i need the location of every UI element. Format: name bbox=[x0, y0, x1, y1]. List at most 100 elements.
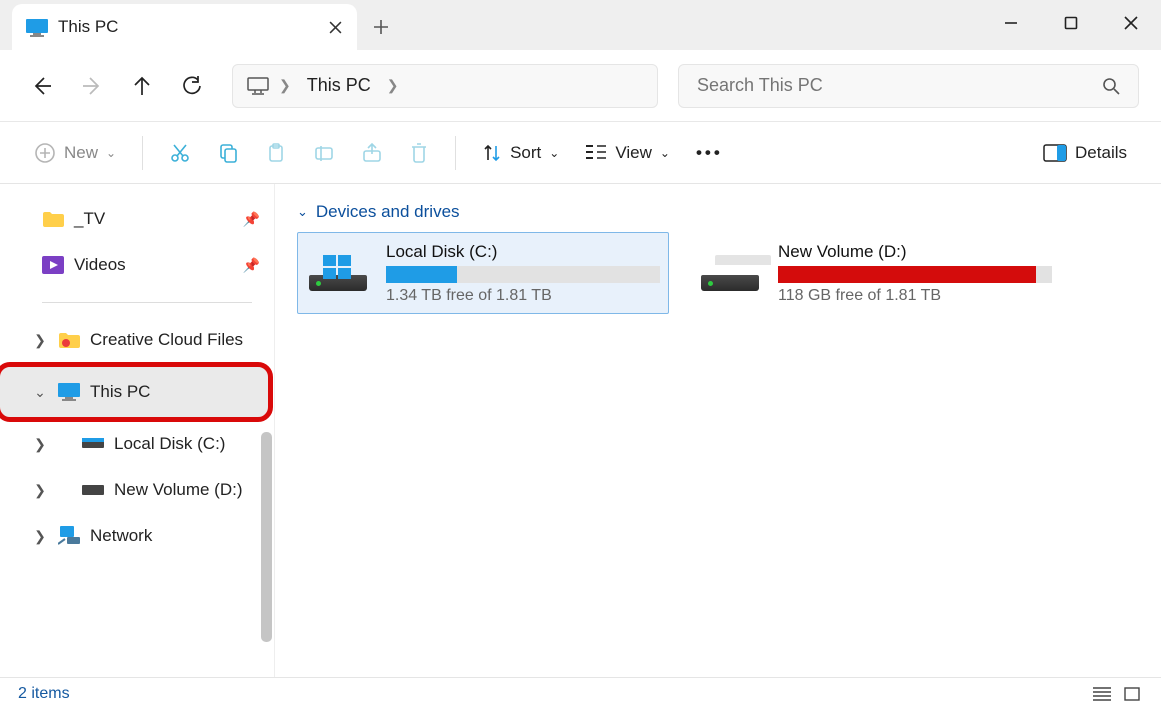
separator bbox=[455, 136, 456, 170]
sidebar-item-local-disk-c[interactable]: ❯ Local Disk (C:) bbox=[0, 421, 274, 467]
search-input[interactable] bbox=[697, 75, 1102, 96]
search-icon[interactable] bbox=[1102, 77, 1120, 95]
sort-button[interactable]: Sort ⌄ bbox=[472, 133, 569, 173]
sidebar-item-network[interactable]: ❯ Network bbox=[0, 513, 274, 559]
separator bbox=[142, 136, 143, 170]
chevron-right-icon[interactable]: ❯ bbox=[32, 482, 48, 499]
sidebar: _TV 📌 Videos 📌 ❯ Creative Cloud Files ⌄ … bbox=[0, 184, 275, 677]
back-button[interactable] bbox=[22, 66, 62, 106]
refresh-button[interactable] bbox=[172, 66, 212, 106]
view-button[interactable]: View ⌄ bbox=[575, 133, 680, 173]
chevron-down-icon: ⌄ bbox=[660, 146, 670, 160]
chevron-right-icon[interactable]: ❯ bbox=[32, 332, 48, 349]
minimize-button[interactable] bbox=[981, 0, 1041, 45]
navbar: ❯ This PC ❯ bbox=[0, 50, 1161, 122]
chevron-right-icon[interactable]: ❯ bbox=[279, 77, 291, 94]
group-title: Devices and drives bbox=[316, 202, 460, 222]
status-text: 2 items bbox=[18, 685, 70, 703]
details-icon bbox=[1043, 144, 1067, 162]
drive-icon bbox=[694, 237, 766, 309]
drive-name: New Volume (D:) bbox=[778, 242, 1052, 262]
address-bar[interactable]: ❯ This PC ❯ bbox=[232, 64, 658, 108]
content-area: ⌄ Devices and drives Local Disk (C:) 1.34… bbox=[275, 184, 1161, 677]
chevron-down-icon: ⌄ bbox=[549, 146, 559, 160]
sort-label: Sort bbox=[510, 143, 541, 163]
copy-button[interactable] bbox=[207, 133, 249, 173]
body: _TV 📌 Videos 📌 ❯ Creative Cloud Files ⌄ … bbox=[0, 184, 1161, 677]
folder-icon bbox=[42, 210, 64, 228]
sidebar-label: Creative Cloud Files bbox=[90, 330, 243, 350]
new-tab-button[interactable] bbox=[357, 4, 405, 50]
group-header-devices[interactable]: ⌄ Devices and drives bbox=[297, 202, 1139, 222]
forward-button[interactable] bbox=[72, 66, 112, 106]
drives-row: Local Disk (C:) 1.34 TB free of 1.81 TB Ne… bbox=[297, 232, 1139, 314]
new-label: New bbox=[64, 143, 98, 163]
titlebar: This PC bbox=[0, 0, 1161, 50]
capacity-bar bbox=[778, 266, 1052, 283]
breadcrumb-thispc[interactable]: This PC bbox=[301, 75, 377, 96]
tab-close-button[interactable] bbox=[327, 19, 343, 35]
drive-icon bbox=[82, 435, 104, 453]
sidebar-item-creative[interactable]: ❯ Creative Cloud Files bbox=[0, 317, 274, 363]
chevron-down-icon: ⌄ bbox=[106, 146, 116, 160]
more-icon: ••• bbox=[696, 143, 723, 163]
chevron-down-icon: ⌄ bbox=[297, 204, 308, 220]
creative-cloud-icon bbox=[58, 331, 80, 349]
more-button[interactable]: ••• bbox=[686, 133, 733, 173]
chevron-right-icon[interactable]: ❯ bbox=[387, 77, 399, 94]
sidebar-item-new-volume-d[interactable]: ❯ New Volume (D:) bbox=[0, 467, 274, 513]
sort-icon bbox=[482, 143, 502, 163]
sidebar-label: New Volume (D:) bbox=[114, 480, 242, 500]
sidebar-label: Local Disk (C:) bbox=[114, 434, 225, 454]
capacity-bar bbox=[386, 266, 660, 283]
rename-button bbox=[303, 133, 345, 173]
chevron-down-icon[interactable]: ⌄ bbox=[32, 384, 48, 401]
chevron-right-icon[interactable]: ❯ bbox=[32, 528, 48, 545]
pin-icon[interactable]: 📌 bbox=[243, 257, 260, 274]
window-tab[interactable]: This PC bbox=[12, 4, 357, 50]
drive-icon bbox=[82, 481, 104, 499]
drive-name: Local Disk (C:) bbox=[386, 242, 660, 262]
new-button[interactable]: New ⌄ bbox=[24, 133, 126, 173]
tab-title: This PC bbox=[58, 17, 315, 37]
details-button[interactable]: Details bbox=[1033, 133, 1137, 173]
drive-free-text: 118 GB free of 1.81 TB bbox=[778, 287, 1052, 305]
window-controls bbox=[981, 0, 1161, 50]
cut-button[interactable] bbox=[159, 133, 201, 173]
sidebar-label: Network bbox=[90, 526, 152, 546]
monitor-icon bbox=[26, 19, 46, 35]
view-icons-button[interactable] bbox=[1121, 685, 1143, 703]
drive-free-text: 1.34 TB free of 1.81 TB bbox=[386, 287, 660, 305]
network-icon bbox=[58, 527, 80, 545]
up-button[interactable] bbox=[122, 66, 162, 106]
chevron-right-icon[interactable]: ❯ bbox=[32, 436, 48, 453]
view-label: View bbox=[615, 143, 652, 163]
sidebar-item-tv[interactable]: _TV 📌 bbox=[0, 196, 274, 242]
sidebar-label: This PC bbox=[90, 382, 150, 402]
view-icon bbox=[585, 144, 607, 162]
delete-button bbox=[399, 133, 439, 173]
view-list-button[interactable] bbox=[1091, 685, 1113, 703]
sidebar-divider bbox=[42, 302, 252, 303]
monitor-icon bbox=[247, 77, 269, 95]
sidebar-label: _TV bbox=[74, 209, 105, 229]
drive-item[interactable]: Local Disk (C:) 1.34 TB free of 1.81 TB bbox=[297, 232, 669, 314]
plus-circle-icon bbox=[34, 142, 56, 164]
status-bar: 2 items bbox=[0, 677, 1161, 709]
sidebar-label: Videos bbox=[74, 255, 126, 275]
sidebar-item-videos[interactable]: Videos 📌 bbox=[0, 242, 274, 288]
drive-icon bbox=[302, 237, 374, 309]
videos-icon bbox=[42, 256, 64, 274]
toolbar: New ⌄ Sort ⌄ View ⌄ ••• Details bbox=[0, 122, 1161, 184]
maximize-button[interactable] bbox=[1041, 0, 1101, 45]
details-label: Details bbox=[1075, 143, 1127, 163]
drive-item[interactable]: New Volume (D:) 118 GB free of 1.81 TB bbox=[689, 232, 1061, 314]
close-button[interactable] bbox=[1101, 0, 1161, 45]
pin-icon[interactable]: 📌 bbox=[243, 211, 260, 228]
monitor-icon bbox=[58, 383, 80, 401]
paste-button bbox=[255, 133, 297, 173]
search-bar[interactable] bbox=[678, 64, 1139, 108]
sidebar-item-thispc[interactable]: ⌄ This PC bbox=[0, 367, 268, 417]
scrollbar-thumb[interactable] bbox=[261, 432, 272, 642]
share-button bbox=[351, 133, 393, 173]
